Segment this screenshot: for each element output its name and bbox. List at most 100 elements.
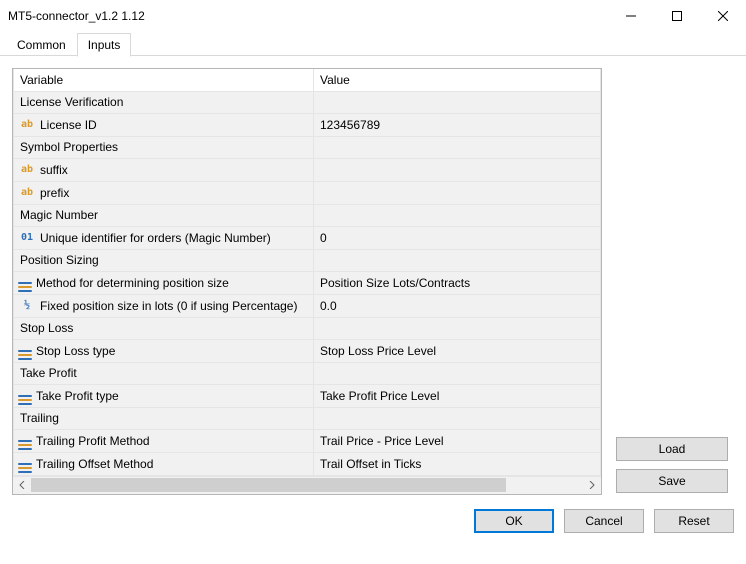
integer-type-icon: 01 xyxy=(18,231,36,245)
minimize-button[interactable] xyxy=(608,0,654,32)
horizontal-scrollbar[interactable] xyxy=(13,476,601,494)
param-label: Fixed position size in lots (0 if using … xyxy=(40,299,297,313)
enum-type-icon xyxy=(18,459,32,469)
param-variable-cell: 01 Unique identifier for orders (Magic Nu… xyxy=(14,226,314,249)
param-label: Trailing Offset Method xyxy=(36,457,153,471)
param-value-cell[interactable]: Trail Price - Price Level xyxy=(314,429,601,452)
table-row[interactable]: Trailing xyxy=(14,407,601,429)
scroll-thumb[interactable] xyxy=(31,478,506,492)
table-row[interactable]: ab suffix xyxy=(14,158,601,181)
section-label: Symbol Properties xyxy=(14,136,314,158)
param-label: Stop Loss type xyxy=(36,344,115,358)
section-label: Stop Loss xyxy=(14,317,314,339)
load-button[interactable]: Load xyxy=(616,437,728,461)
section-label: Trailing xyxy=(14,407,314,429)
window-title: MT5-connector_v1.2 1.12 xyxy=(8,9,608,23)
footer: OK Cancel Reset xyxy=(0,503,746,545)
column-header-value[interactable]: Value xyxy=(314,69,601,91)
table-row[interactable]: ½ Fixed position size in lots (0 if using… xyxy=(14,294,601,317)
table-row[interactable]: Position Sizing xyxy=(14,249,601,271)
section-label: License Verification xyxy=(14,91,314,113)
table-row[interactable]: Method for determining position size Posi… xyxy=(14,271,601,294)
param-variable-cell: Trailing Profit Method xyxy=(14,429,314,452)
save-button[interactable]: Save xyxy=(616,469,728,493)
scroll-track[interactable] xyxy=(31,477,583,493)
param-label: suffix xyxy=(40,163,68,177)
table-row[interactable]: Stop Loss type Stop Loss Price Level xyxy=(14,339,601,362)
table-row[interactable]: License Verification xyxy=(14,91,601,113)
cancel-button[interactable]: Cancel xyxy=(564,509,644,533)
param-variable-cell: Take Profit type xyxy=(14,384,314,407)
table-row[interactable]: ab prefix xyxy=(14,181,601,204)
section-value-cell xyxy=(314,136,601,158)
param-label: Take Profit type xyxy=(36,389,119,403)
side-buttons: Load Save xyxy=(616,437,728,493)
param-variable-cell: ab prefix xyxy=(14,181,314,204)
section-label: Magic Number xyxy=(14,204,314,226)
tab-inputs[interactable]: Inputs xyxy=(77,33,132,57)
param-value-cell[interactable]: Trail Offset in Ticks xyxy=(314,452,601,475)
param-label: Unique identifier for orders (Magic Numb… xyxy=(40,231,271,245)
string-type-icon: ab xyxy=(18,163,36,177)
param-variable-cell: ab License ID xyxy=(14,113,314,136)
tabstrip: Common Inputs xyxy=(0,32,746,56)
table-row[interactable]: Trailing Offset Method Trail Offset in Ti… xyxy=(14,452,601,475)
inputs-table: Variable Value License Verification ab Lic… xyxy=(13,69,601,476)
section-value-cell xyxy=(314,204,601,226)
enum-type-icon xyxy=(18,346,32,356)
close-icon xyxy=(718,11,728,21)
content-area: Variable Value License Verification ab Lic… xyxy=(0,56,746,503)
maximize-button[interactable] xyxy=(654,0,700,32)
table-row[interactable]: Stop Loss xyxy=(14,317,601,339)
inputs-table-wrap: Variable Value License Verification ab Lic… xyxy=(12,68,602,495)
scroll-left-arrow[interactable] xyxy=(13,476,31,494)
param-variable-cell: ½ Fixed position size in lots (0 if using… xyxy=(14,294,314,317)
string-type-icon: ab xyxy=(18,186,36,200)
param-label: License ID xyxy=(40,118,97,132)
float-type-icon: ½ xyxy=(18,299,36,313)
param-value-cell[interactable]: 0 xyxy=(314,226,601,249)
param-variable-cell: Method for determining position size xyxy=(14,271,314,294)
param-value-cell[interactable]: Stop Loss Price Level xyxy=(314,339,601,362)
table-row[interactable]: Trailing Profit Method Trail Price - Pric… xyxy=(14,429,601,452)
section-label: Position Sizing xyxy=(14,249,314,271)
section-value-cell xyxy=(314,362,601,384)
table-row[interactable]: Take Profit type Take Profit Price Level xyxy=(14,384,601,407)
maximize-icon xyxy=(672,11,682,21)
enum-type-icon xyxy=(18,278,32,288)
enum-type-icon xyxy=(18,436,32,446)
param-label: prefix xyxy=(40,186,69,200)
reset-button[interactable]: Reset xyxy=(654,509,734,533)
chevron-left-icon xyxy=(18,481,26,489)
minimize-icon xyxy=(626,11,636,21)
enum-type-icon xyxy=(18,391,32,401)
chevron-right-icon xyxy=(588,481,596,489)
param-value-cell[interactable]: 123456789 xyxy=(314,113,601,136)
section-value-cell xyxy=(314,407,601,429)
param-value-cell[interactable] xyxy=(314,158,601,181)
table-row[interactable]: Symbol Properties xyxy=(14,136,601,158)
ok-button[interactable]: OK xyxy=(474,509,554,533)
section-value-cell xyxy=(314,91,601,113)
param-label: Trailing Profit Method xyxy=(36,434,150,448)
table-row[interactable]: 01 Unique identifier for orders (Magic Nu… xyxy=(14,226,601,249)
close-button[interactable] xyxy=(700,0,746,32)
param-value-cell[interactable] xyxy=(314,181,601,204)
table-row[interactable]: ab License ID 123456789 xyxy=(14,113,601,136)
scroll-right-arrow[interactable] xyxy=(583,476,601,494)
tab-common[interactable]: Common xyxy=(6,33,77,56)
table-row[interactable]: Magic Number xyxy=(14,204,601,226)
param-variable-cell: ab suffix xyxy=(14,158,314,181)
column-header-variable[interactable]: Variable xyxy=(14,69,314,91)
param-label: Method for determining position size xyxy=(36,276,229,290)
section-value-cell xyxy=(314,317,601,339)
table-row[interactable]: Take Profit xyxy=(14,362,601,384)
param-value-cell[interactable]: 0.0 xyxy=(314,294,601,317)
param-value-cell[interactable]: Take Profit Price Level xyxy=(314,384,601,407)
section-value-cell xyxy=(314,249,601,271)
string-type-icon: ab xyxy=(18,118,36,132)
param-variable-cell: Stop Loss type xyxy=(14,339,314,362)
param-value-cell[interactable]: Position Size Lots/Contracts xyxy=(314,271,601,294)
param-variable-cell: Trailing Offset Method xyxy=(14,452,314,475)
section-label: Take Profit xyxy=(14,362,314,384)
